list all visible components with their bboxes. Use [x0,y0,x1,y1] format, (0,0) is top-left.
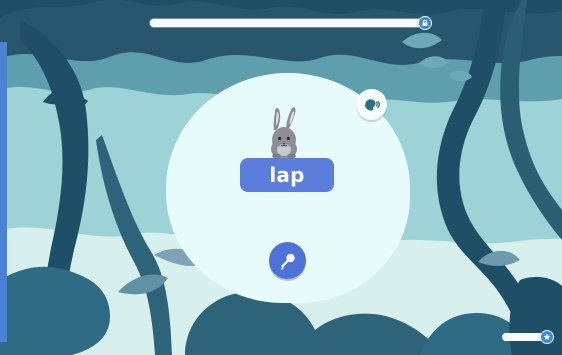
star-icon [540,330,554,344]
left-sidebar-edge [0,42,7,342]
top-progress-bar [150,16,432,30]
word-card: lap [240,158,334,192]
sound-button[interactable] [356,89,387,120]
top-progress-track [150,19,422,27]
microphone-button[interactable] [269,242,306,279]
top-progress-fill [150,19,417,27]
lock-icon [418,16,432,30]
reading-practice-screen: lap [0,0,562,355]
word-text: lap [269,163,305,187]
bottom-progress-fill [502,333,538,341]
speaker-head-icon [364,98,380,111]
bunny-icon [271,107,297,159]
bottom-progress-track [502,333,544,341]
microphone-icon [280,253,295,270]
bottom-progress-bar [502,330,554,344]
